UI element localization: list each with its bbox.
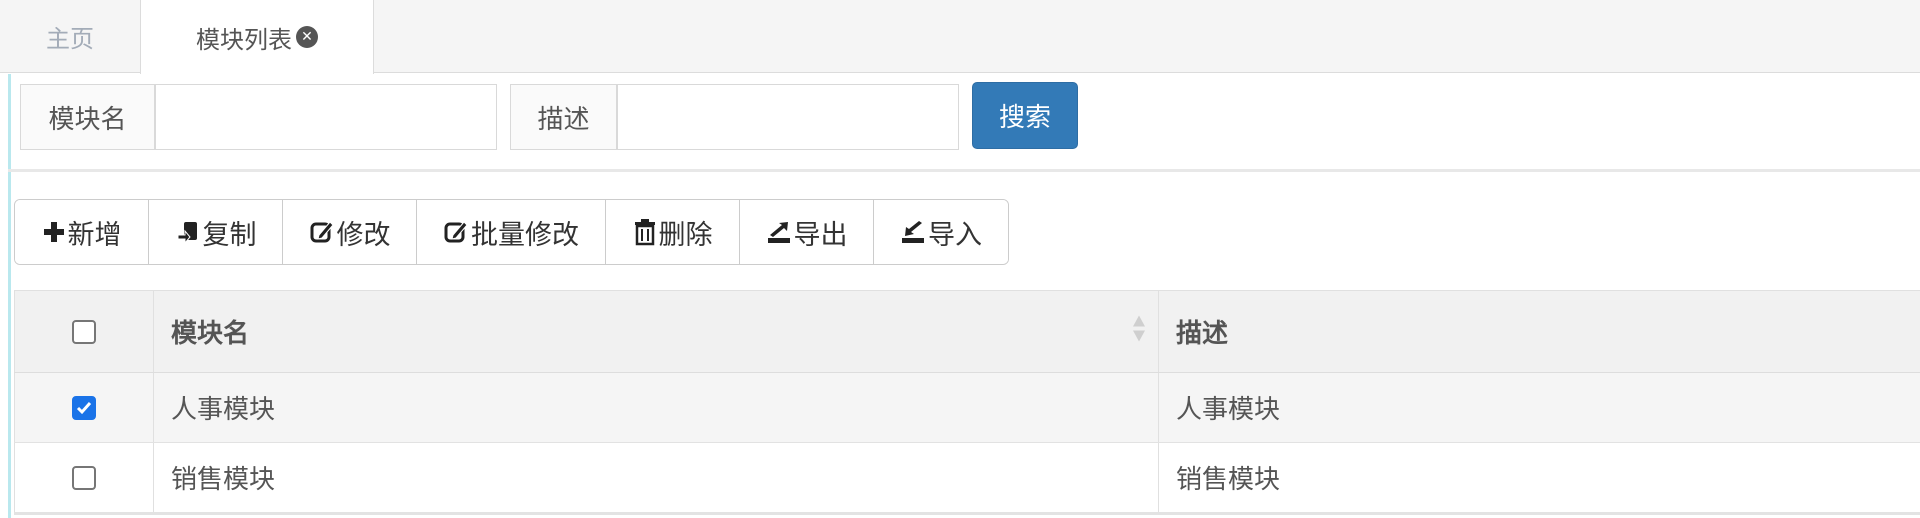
column-header-desc[interactable]: 描述 xyxy=(1159,291,1920,372)
column-header-name-label: 模块名 xyxy=(171,319,250,349)
export-button[interactable]: 导出 xyxy=(740,200,874,264)
trash-icon xyxy=(633,218,657,246)
delete-button-label: 删除 xyxy=(658,219,713,251)
batch-edit-button[interactable]: 批量修改 xyxy=(417,200,606,264)
row-checkbox[interactable] xyxy=(72,395,96,420)
row-desc-cell: 销售模块 xyxy=(1176,465,1281,495)
column-header-name[interactable]: 模块名 xyxy=(154,291,1159,372)
description-label: 描述 xyxy=(510,84,617,150)
row-select-cell xyxy=(14,373,154,442)
row-name-cell: 人事模块 xyxy=(154,373,1159,442)
add-button[interactable]: 新增 xyxy=(15,200,149,264)
tab-bar: 主页 模块列表 ✕ xyxy=(0,0,1920,74)
add-button-label: 新增 xyxy=(67,219,122,251)
row-name-cell: 销售模块 xyxy=(154,443,1159,512)
edit-button-label: 修改 xyxy=(336,219,391,251)
close-tab-icon[interactable]: ✕ xyxy=(296,26,318,48)
description-input[interactable] xyxy=(617,84,959,150)
edit-icon xyxy=(309,219,335,245)
copy-icon xyxy=(175,219,201,245)
form-divider xyxy=(8,169,1920,172)
row-checkbox[interactable] xyxy=(72,465,96,490)
tab-module-list[interactable]: 模块列表 ✕ xyxy=(140,0,374,74)
table-row[interactable]: 销售模块 销售模块 xyxy=(14,443,1920,515)
table-header-row: 模块名 描述 xyxy=(14,290,1920,373)
main-content: 模块名 描述 搜索 新增 复制 修改 批量修改 删除 导出 导入 模块名 描述 … xyxy=(0,74,1920,518)
column-header-desc-label: 描述 xyxy=(1176,319,1229,349)
select-all-checkbox[interactable] xyxy=(72,319,96,344)
delete-button[interactable]: 删除 xyxy=(606,200,740,264)
sort-icon[interactable] xyxy=(1132,314,1146,349)
plus-icon xyxy=(42,220,66,244)
module-name-input[interactable] xyxy=(155,84,497,150)
check-icon xyxy=(76,401,92,414)
search-button[interactable]: 搜索 xyxy=(972,82,1078,149)
action-toolbar: 新增 复制 修改 批量修改 删除 导出 导入 xyxy=(14,199,1009,265)
table-row[interactable]: 人事模块 人事模块 xyxy=(14,373,1920,443)
batch-edit-icon xyxy=(443,219,469,245)
import-button[interactable]: 导入 xyxy=(874,200,1008,264)
batch-edit-button-label: 批量修改 xyxy=(471,219,579,251)
tab-home-label: 主页 xyxy=(46,25,94,53)
row-desc-cell: 人事模块 xyxy=(1176,395,1281,425)
import-button-label: 导入 xyxy=(928,219,982,251)
tab-module-list-label: 模块列表 xyxy=(196,25,292,54)
export-button-label: 导出 xyxy=(793,219,848,251)
left-accent-line xyxy=(8,74,11,518)
copy-button[interactable]: 复制 xyxy=(149,200,283,264)
copy-button-label: 复制 xyxy=(202,219,257,251)
export-icon xyxy=(766,219,792,245)
import-icon xyxy=(900,219,926,245)
module-table: 模块名 描述 人事模块 人事模块 销售模块 销售模块 xyxy=(14,290,1920,515)
row-select-cell xyxy=(14,443,154,512)
module-name-label: 模块名 xyxy=(20,84,155,150)
select-all-cell xyxy=(14,291,154,372)
tab-home[interactable]: 主页 xyxy=(0,0,140,73)
edit-button[interactable]: 修改 xyxy=(283,200,417,264)
